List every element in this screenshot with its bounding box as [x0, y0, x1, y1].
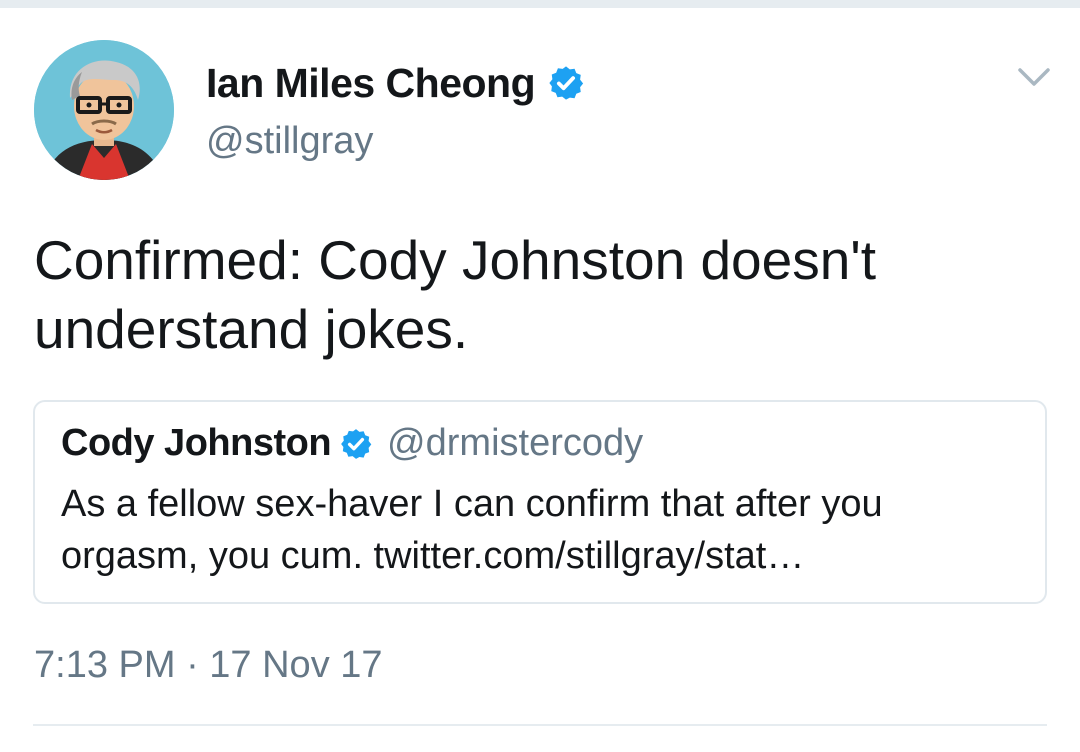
chevron-down-icon[interactable]	[1014, 62, 1054, 92]
tweet-text: Confirmed: Cody Johnston doesn't underst…	[34, 229, 877, 360]
tweet-timestamp[interactable]: 7:13 PM · 17 Nov 17	[34, 644, 383, 687]
quoted-tweet-header: Cody Johnston @drmistercody	[61, 422, 643, 465]
author-avatar[interactable]	[34, 40, 174, 180]
verified-badge-icon	[339, 427, 373, 461]
avatar-illustration	[34, 40, 174, 180]
bottom-divider	[33, 724, 1047, 726]
author-block: Ian Miles Cheong @stillgray	[206, 58, 585, 163]
quoted-author-handle: @drmistercody	[387, 422, 644, 464]
quoted-tweet-text: As a fellow sex-haver I can confirm that…	[61, 483, 883, 577]
author-name-row: Ian Miles Cheong	[206, 58, 585, 108]
author-handle[interactable]: @stillgray	[206, 120, 585, 163]
quoted-author-name: Cody Johnston	[61, 422, 332, 464]
author-name[interactable]: Ian Miles Cheong	[206, 60, 536, 107]
verified-badge-icon	[547, 64, 585, 102]
tweet-card: Ian Miles Cheong @stillgray Confirmed: C…	[0, 0, 1080, 752]
quoted-tweet[interactable]: Cody Johnston @drmistercody As a fellow …	[33, 400, 1047, 604]
